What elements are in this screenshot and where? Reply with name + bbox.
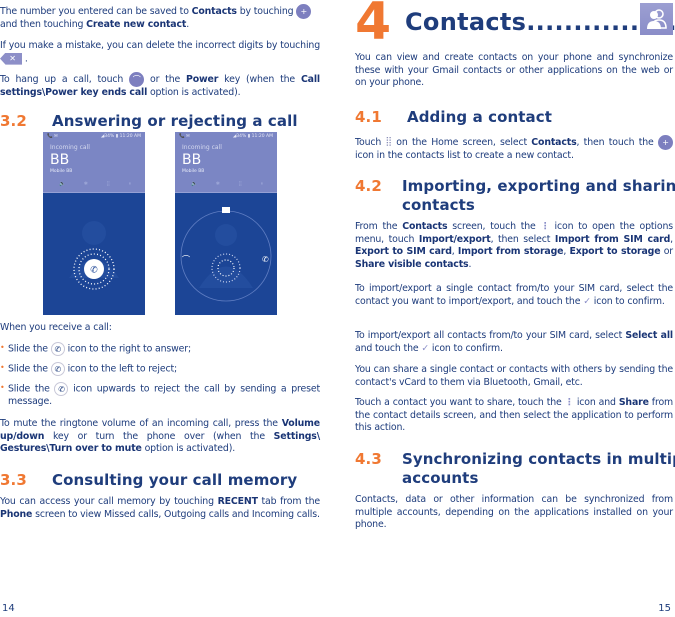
right-page: 4 Contacts.................. You can vie…: [355, 0, 675, 617]
adding-contact-paragraph: Touch ⣿ on the Home screen, select Conta…: [355, 135, 673, 163]
call-tools: 🔈 ✱ ⣿ ⏸: [59, 181, 131, 187]
import-export-paragraph: From the Contacts screen, touch the ⋮ ic…: [355, 221, 673, 270]
menu-icon: ⋮: [540, 221, 550, 232]
phone-icon: ✆: [90, 266, 98, 276]
call-tools: 🔈 ✱ ⣿ ⏸: [191, 181, 263, 187]
incoming-call-label: Incoming call: [182, 144, 222, 151]
hold-icon: ⏸: [260, 181, 263, 187]
receive-call-intro: When you receive a call:: [0, 322, 112, 333]
speaker-icon: 🔈: [191, 181, 198, 187]
bullet-item: Slide the ✆ icon upwards to reject the c…: [0, 382, 320, 409]
status-bar: 📞 ✉ ◢34% ▮ 11:20 AM: [179, 134, 273, 139]
section-heading-4-3: 4.3 Synchronizing contacts in multiple ac…: [355, 450, 675, 487]
mute-icon: ✱: [215, 181, 220, 187]
mute-icon: ✱: [83, 181, 88, 187]
mute-ringtone-paragraph: To mute the ringtone volume of an incomi…: [0, 418, 320, 455]
add-contact-icon: +: [296, 4, 312, 19]
contacts-intro: You can view and create contacts on your…: [355, 52, 673, 89]
message-icon[interactable]: [222, 207, 230, 213]
bullet-item: Slide the ✆ icon to the left to reject;: [0, 362, 320, 377]
section-heading-4-2: 4.2 Importing, exporting and sharing cont…: [355, 177, 675, 214]
left-page: The number you entered can be saved to C…: [0, 0, 320, 617]
phone-screenshot-reject: 📞 ✉ ◢34% ▮ 11:20 AM Incoming call BB Mobi…: [175, 132, 277, 315]
share-vcard-paragraph: You can share a single contact or contac…: [355, 364, 673, 388]
caller-number-type: Mobile BB: [50, 169, 73, 174]
section-heading-3-2: 3.2 Answering or rejecting a call: [0, 112, 298, 130]
bullet-item: Slide the ✆ icon to the right to answer;: [0, 342, 320, 356]
backspace-icon: ✕: [0, 52, 22, 65]
avatar-body: [199, 266, 253, 288]
caller-name: BB: [182, 152, 202, 168]
contacts-icon: [640, 3, 673, 35]
phone-screenshot-answer: 📞 ✉ ◢34% ▮ 11:20 AM Incoming call BB Mobi…: [43, 132, 145, 315]
all-import-paragraph: To import/export all contacts from/to yo…: [355, 330, 673, 354]
bullet-list: Slide the ✆ icon to the right to answer;…: [0, 342, 320, 409]
hold-icon: ⏸: [128, 181, 131, 187]
check-icon: ✓: [583, 295, 591, 307]
avatar-head: [215, 224, 237, 246]
dialpad-icon: ⣿: [238, 181, 243, 187]
single-import-paragraph: To import/export a single contact from/t…: [355, 283, 673, 307]
page-number: 14: [2, 603, 15, 614]
caller-name: BB: [50, 152, 70, 168]
add-contact-icon: +: [658, 135, 673, 150]
incoming-call-label: Incoming call: [50, 144, 90, 151]
delete-digits-paragraph: If you make a mistake, you can delete th…: [0, 40, 320, 65]
speaker-icon: 🔈: [59, 181, 66, 187]
check-icon: ✓: [421, 342, 430, 354]
share-contact-paragraph: Touch a contact you want to share, touch…: [355, 397, 674, 434]
hang-up-icon: ⌒: [129, 72, 145, 87]
save-contact-paragraph: The number you entered can be saved to C…: [0, 4, 320, 32]
phone-icon: ✆: [50, 362, 65, 377]
status-bar: 📞 ✉ ◢34% ▮ 11:20 AM: [47, 134, 141, 139]
page-number: 15: [658, 603, 671, 614]
reject-widget: ⌒ ✆: [180, 207, 272, 302]
chapter-title: Contacts..................: [405, 8, 675, 36]
phone-icon: ✆: [54, 382, 69, 397]
call-memory-paragraph: You can access your call memory by touch…: [0, 496, 320, 520]
avatar-head: [82, 221, 106, 245]
reject-icon[interactable]: ⌒: [182, 255, 190, 264]
section-heading-3-3: 3.3 Consulting your call memory: [0, 471, 298, 489]
dialpad-icon: ⣿: [106, 181, 111, 187]
chapter-number: 4: [355, 0, 392, 52]
answer-widget: ✆: [69, 221, 119, 290]
caller-number-type: Mobile BB: [182, 169, 205, 174]
sync-paragraph: Contacts, data or other information can …: [355, 494, 673, 531]
section-heading-4-1: 4.1 Adding a contact: [355, 108, 553, 126]
answer-icon[interactable]: ✆: [262, 255, 269, 264]
menu-icon: ⋮: [564, 397, 574, 408]
phone-icon: ✆: [50, 342, 65, 356]
hang-up-paragraph: To hang up a call, touch ⌒ or the Power …: [0, 72, 320, 98]
